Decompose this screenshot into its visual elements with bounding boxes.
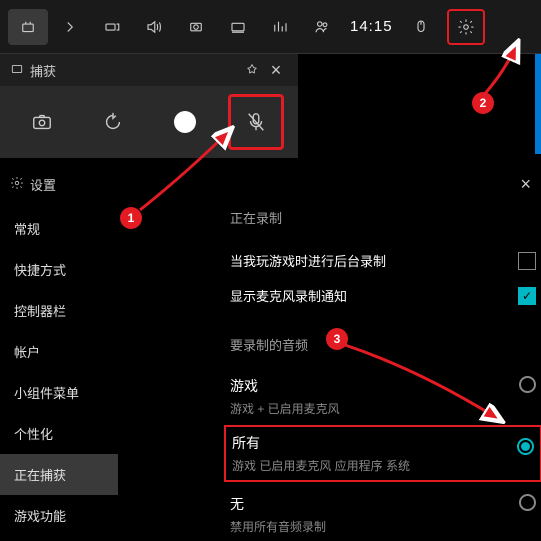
- capture-widget-header: 捕获 ×: [0, 54, 298, 86]
- section-recording-title: 正在录制: [230, 208, 536, 227]
- mouse-icon[interactable]: [401, 9, 441, 45]
- settings-title: 设置: [30, 175, 520, 194]
- settings-content: 正在录制 当我玩游戏时进行后台录制 显示麦克风录制通知 ✓ 要录制的音频 游戏 …: [230, 208, 536, 541]
- toolbar-pin-icon[interactable]: [8, 9, 48, 45]
- audio-opt-game-radio[interactable]: [519, 376, 536, 393]
- sidebar-item-capturing[interactable]: 正在捕获: [0, 454, 118, 495]
- mic-toggle-button[interactable]: [228, 94, 284, 150]
- performance-icon[interactable]: [218, 9, 258, 45]
- audio-opt-none-title: 无: [230, 494, 326, 514]
- audio-icon[interactable]: [134, 9, 174, 45]
- chevron-right-icon[interactable]: [50, 9, 90, 45]
- audio-opt-game-title: 游戏: [230, 376, 340, 396]
- annotation-badge-1: 1: [120, 207, 142, 229]
- capture-toolbar: [0, 86, 298, 158]
- annotation-badge-3: 3: [326, 328, 348, 350]
- screenshot-button[interactable]: [14, 94, 70, 150]
- clock-time: 14:15: [344, 18, 399, 35]
- audio-opt-all-radio[interactable]: [517, 438, 534, 455]
- sidebar-item-shortcuts[interactable]: 快捷方式: [0, 249, 118, 290]
- settings-sidebar: 常规 快捷方式 控制器栏 帐户 小组件菜单 个性化 正在捕获 游戏功能: [0, 208, 118, 536]
- gear-icon: [10, 176, 24, 193]
- sidebar-item-widgets[interactable]: 小组件菜单: [0, 372, 118, 413]
- sidebar-item-general[interactable]: 常规: [0, 208, 118, 249]
- settings-close-icon[interactable]: ×: [520, 174, 531, 195]
- section-audio-title: 要录制的音频: [230, 335, 536, 354]
- annotation-badge-2: 2: [472, 92, 494, 114]
- pin-icon[interactable]: [240, 63, 264, 77]
- sidebar-item-gaming[interactable]: 游戏功能: [0, 495, 118, 536]
- settings-gear-icon[interactable]: [447, 9, 485, 45]
- audio-opt-all-title: 所有: [232, 433, 410, 453]
- mic-notify-checkbox[interactable]: ✓: [518, 287, 536, 305]
- audio-opt-all-sub: 游戏 已启用麦克风 应用程序 系统: [232, 457, 410, 474]
- widget-icon: [10, 62, 24, 79]
- sidebar-item-personalize[interactable]: 个性化: [0, 413, 118, 454]
- audio-opt-game-sub: 游戏 + 已启用麦克风: [230, 400, 340, 417]
- resources-icon[interactable]: [260, 9, 300, 45]
- audio-opt-none-sub: 禁用所有音频录制: [230, 518, 326, 535]
- settings-header: 设置 ×: [0, 168, 541, 200]
- bg-record-checkbox[interactable]: [518, 252, 536, 270]
- record-button[interactable]: [157, 94, 213, 150]
- sidebar-item-controller[interactable]: 控制器栏: [0, 290, 118, 331]
- capture-icon[interactable]: [176, 9, 216, 45]
- widget-title: 捕获: [30, 61, 240, 80]
- xbox-social-icon[interactable]: [302, 9, 342, 45]
- bg-record-label: 当我玩游戏时进行后台录制: [230, 251, 386, 270]
- sidebar-item-account[interactable]: 帐户: [0, 331, 118, 372]
- record-last-button[interactable]: [85, 94, 141, 150]
- close-icon[interactable]: ×: [264, 60, 288, 81]
- broadcast-icon[interactable]: [92, 9, 132, 45]
- audio-opt-none-radio[interactable]: [519, 494, 536, 511]
- scroll-indicator: [535, 54, 541, 154]
- mic-notify-label: 显示麦克风录制通知: [230, 286, 347, 305]
